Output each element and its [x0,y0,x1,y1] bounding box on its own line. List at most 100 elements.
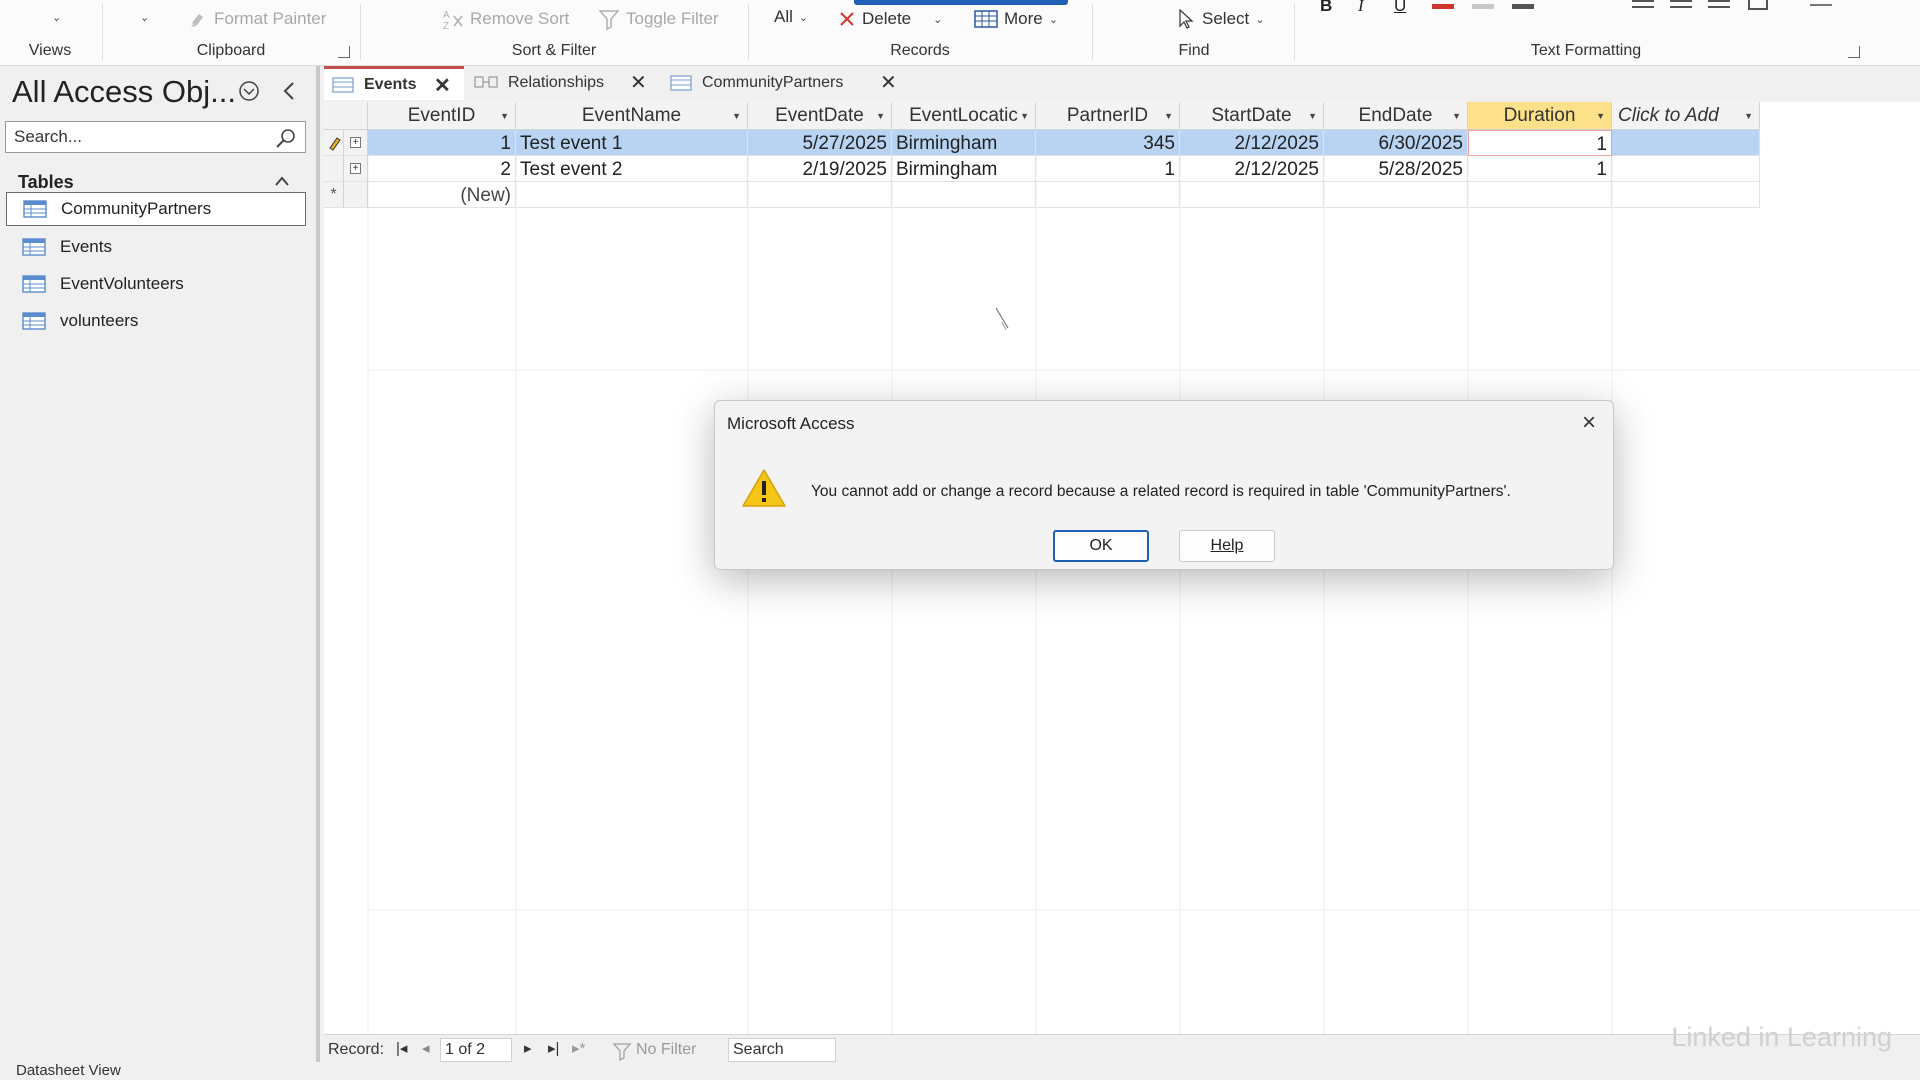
previous-record-icon[interactable]: ◂ [422,1039,430,1057]
dropdown-arrow-icon[interactable]: ▼ [1744,111,1753,121]
refresh-all-button[interactable]: All ⌄ [774,4,808,30]
paste-dropdown-button[interactable]: ⌄ [140,4,149,30]
new-record-icon[interactable]: ▸* [572,1039,585,1057]
tab-events[interactable]: Events ✕ [324,66,464,100]
dropdown-arrow-icon[interactable]: ▼ [1596,111,1605,121]
dropdown-arrow-icon[interactable]: ▼ [1020,111,1029,121]
align-center-icon[interactable] [1670,0,1692,8]
background-color-icon[interactable] [1512,4,1534,9]
close-icon[interactable]: ✕ [880,73,897,93]
circle-chevron-down-icon[interactable] [238,80,260,102]
close-icon[interactable]: × [1575,409,1603,437]
cell-eventlocation[interactable]: Birmingham [892,130,1036,156]
cell-partnerid[interactable]: 345 [1036,130,1180,156]
chevron-up-icon[interactable] [274,174,290,188]
next-record-icon[interactable]: ▸ [524,1039,532,1057]
nav-search-input[interactable]: Search... [5,121,306,153]
new-record-cell[interactable] [1612,182,1760,208]
cell-eventname[interactable]: Test event 2 [516,156,748,182]
column-header-startdate[interactable]: StartDate ▼ [1180,102,1324,130]
column-header-click-to-add[interactable]: Click to Add ▼ [1612,102,1760,130]
dialog-launcher-icon[interactable] [1848,46,1860,58]
new-record-cell[interactable] [1324,182,1468,208]
cell-eventid[interactable]: 2 [368,156,516,182]
highlight-color-icon[interactable] [1472,4,1494,9]
help-button[interactable]: Help [1179,530,1275,562]
column-header-partnerid[interactable]: PartnerID ▼ [1036,102,1180,130]
subdatasheet-expander[interactable]: + [344,130,368,156]
nav-item-events[interactable]: Events [6,230,306,264]
cell-eventname[interactable]: Test event 1 [516,130,748,156]
column-header-eventdate[interactable]: EventDate ▼ [748,102,892,130]
cell-eventlocation[interactable]: Birmingham [892,156,1036,182]
first-record-icon[interactable]: |◂ [396,1039,407,1057]
tab-communitypartners[interactable]: CommunityPartners ✕ [662,66,910,100]
dropdown-arrow-icon[interactable]: ▼ [1164,111,1173,121]
row-selector[interactable] [324,156,344,182]
row-selector[interactable] [324,130,344,156]
new-record-cell[interactable] [748,182,892,208]
ok-button[interactable]: OK [1053,530,1149,562]
column-header-eventname[interactable]: EventName ▼ [516,102,748,130]
cell-startdate[interactable]: 2/12/2025 [1180,156,1324,182]
dropdown-arrow-icon[interactable]: ▼ [732,111,741,121]
dialog-launcher-icon[interactable] [338,46,350,58]
nav-item-communitypartners[interactable]: CommunityPartners [6,192,306,226]
tab-relationships[interactable]: Relationships ✕ [466,66,660,100]
cell-click-to-add[interactable] [1612,156,1760,182]
dropdown-arrow-icon[interactable]: ▼ [1308,111,1317,121]
italic-icon[interactable]: I [1358,0,1364,16]
align-left-icon[interactable] [1632,0,1654,8]
new-record-cell[interactable]: (New) [368,182,516,208]
cell-eventid[interactable]: 1 [368,130,516,156]
close-icon[interactable]: ✕ [630,73,647,93]
new-record-cell[interactable] [516,182,748,208]
cell-enddate[interactable]: 5/28/2025 [1324,156,1468,182]
cell-partnerid[interactable]: 1 [1036,156,1180,182]
new-record-cell[interactable] [892,182,1036,208]
column-header-duration[interactable]: Duration ▼ [1468,102,1612,130]
toggle-filter-button[interactable]: Toggle Filter [598,6,719,32]
nav-item-eventvolunteers[interactable]: EventVolunteers [6,267,306,301]
format-painter-button[interactable]: Format Painter [188,6,326,32]
gridlines-icon[interactable] [1748,0,1768,10]
select-button[interactable]: Select ⌄ [1176,6,1264,32]
chevron-left-icon[interactable] [280,80,298,102]
new-record-indicator[interactable]: * [324,182,344,208]
column-header-eventid[interactable]: EventID ▼ [368,102,516,130]
bold-icon[interactable]: B [1320,0,1332,16]
more-button[interactable]: More ⌄ [974,6,1058,32]
views-dropdown-button[interactable]: ⌄ [52,4,61,30]
alternate-row-color-icon[interactable] [1810,0,1832,6]
last-record-icon[interactable]: ▸| [548,1039,559,1057]
current-record-input[interactable]: 1 of 2 [440,1038,512,1062]
cell-enddate[interactable]: 6/30/2025 [1324,130,1468,156]
subdatasheet-expander[interactable]: + [344,156,368,182]
cell-eventdate[interactable]: 5/27/2025 [748,130,892,156]
nav-pane-title[interactable]: All Access Obj... [12,74,236,110]
dropdown-arrow-icon[interactable]: ▼ [500,111,509,121]
new-record-cell[interactable] [1468,182,1612,208]
record-search-input[interactable]: Search [728,1038,836,1062]
close-icon[interactable]: ✕ [434,76,451,96]
cell-startdate[interactable]: 2/12/2025 [1180,130,1324,156]
cell-eventdate[interactable]: 2/19/2025 [748,156,892,182]
chevron-down-icon[interactable]: ⌄ [933,13,942,26]
dropdown-arrow-icon[interactable]: ▼ [1452,111,1461,121]
select-all-corner[interactable] [324,102,368,130]
delete-button[interactable]: Delete ⌄ [838,6,942,32]
underline-icon[interactable]: U [1394,0,1406,16]
new-record-cell[interactable] [1180,182,1324,208]
cell-click-to-add[interactable] [1612,130,1760,156]
cell-duration[interactable]: 1 [1468,130,1612,156]
font-color-icon[interactable] [1432,4,1454,9]
remove-sort-button[interactable]: AZ Remove Sort [442,6,569,32]
column-header-eventlocation[interactable]: EventLocatic ▼ [892,102,1036,130]
search-icon[interactable] [275,127,297,149]
cell-duration[interactable]: 1 [1468,156,1612,182]
column-header-enddate[interactable]: EndDate ▼ [1324,102,1468,130]
new-record-cell[interactable] [1036,182,1180,208]
nav-item-volunteers[interactable]: volunteers [6,304,306,338]
no-filter-button[interactable]: No Filter [612,1041,696,1061]
align-right-icon[interactable] [1708,0,1730,8]
